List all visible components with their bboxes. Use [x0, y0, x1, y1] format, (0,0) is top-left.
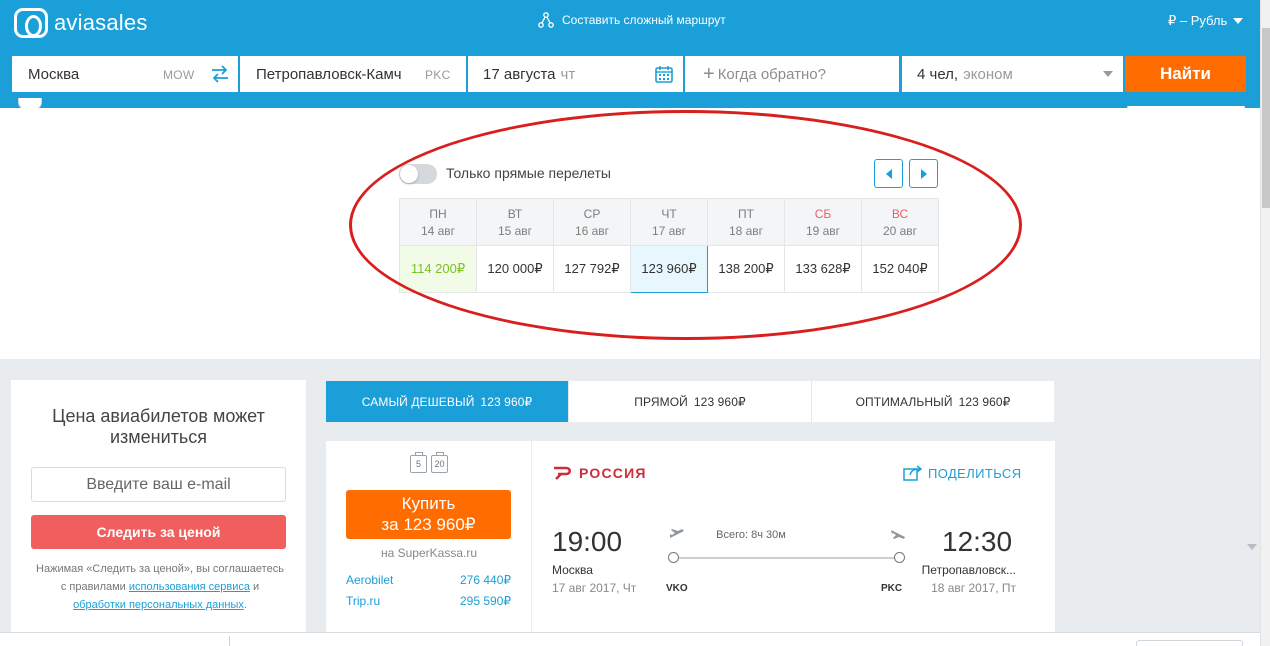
share-button[interactable]: ПОДЕЛИТЬСЯ [903, 465, 1021, 481]
departure-date: 17 августа [483, 65, 556, 83]
tab-price: 123 960₽ [480, 394, 533, 409]
search-button[interactable]: Найти [1125, 56, 1246, 92]
departure-iata: VKO [666, 583, 688, 594]
tab-price: 123 960₽ [958, 394, 1011, 409]
terms-link-privacy[interactable]: обработки персональных данных [73, 599, 244, 611]
offer-agency: Trip.ru [346, 594, 381, 608]
bottom-strip [0, 632, 1260, 646]
tab-direct[interactable]: ПРЯМОЙ 123 960₽ [568, 381, 811, 422]
plus-icon: + [703, 63, 715, 85]
logo[interactable]: aviasales [14, 8, 148, 38]
hand-luggage-icon: 5 [410, 452, 427, 473]
arrival-date: 18 авг 2017, Пт [931, 581, 1016, 595]
departure-time: 19:00 [552, 526, 623, 557]
offer-row[interactable]: Trip.ru 295 590₽ [346, 594, 511, 615]
scrollbar-thumb[interactable] [1262, 28, 1270, 208]
airline: РОССИЯ [552, 465, 647, 481]
currency-selector[interactable]: ₽ – Рубль [1168, 13, 1244, 29]
email-input[interactable] [31, 467, 286, 502]
expand-icon[interactable] [1247, 544, 1257, 550]
arrival-time: 12:30 [942, 526, 1013, 557]
complex-route-label: Составить сложный маршрут [562, 13, 726, 27]
destination-dot [894, 552, 905, 563]
offer-price: 276 440₽ [459, 573, 511, 587]
tab-cheapest[interactable]: САМЫЙ ДЕШЕВЫЙ 123 960₽ [326, 381, 568, 422]
price-watch-title: Цена авиабилетов может измениться [52, 406, 265, 447]
share-icon [903, 465, 923, 481]
offer-agency: Aerobilet [346, 573, 394, 587]
passengers-count: 4 чел, [917, 65, 959, 83]
partial-button [1136, 640, 1243, 646]
route-line [673, 557, 899, 559]
tab-label: САМЫЙ ДЕШЕВЫЙ [361, 394, 475, 409]
divider [229, 636, 230, 646]
tab-label: ОПТИМАЛЬНЫЙ [855, 394, 953, 409]
currency-label: ₽ – Рубль [1168, 13, 1228, 28]
chevron-down-icon [1233, 18, 1244, 24]
buy-label: Купить [401, 494, 456, 513]
terms-link-usage[interactable]: использования сервиса [129, 581, 250, 593]
tab-label: ПРЯМОЙ [634, 394, 688, 409]
chevron-down-icon [1103, 71, 1113, 77]
buy-price: за 123 960₽ [381, 515, 476, 534]
tab-price: 123 960₽ [693, 394, 746, 409]
offer-price: 295 590₽ [459, 594, 511, 608]
return-placeholder: Когда обратно? [717, 65, 826, 83]
ticket-buy-section: 5 20 Купить за 123 960₽ на SuperKassa.ru… [326, 441, 532, 646]
ticket-flight-section: РОССИЯ ПОДЕЛИТЬСЯ 19:00 Москва 17 авг 20… [533, 441, 1257, 646]
offer-row[interactable]: Aerobilet 276 440₽ [346, 573, 511, 594]
logo-text: aviasales [54, 10, 148, 35]
swap-icon[interactable] [210, 65, 230, 83]
return-date-field[interactable]: + Когда обратно? [685, 56, 899, 92]
baggage-icon: 20 [431, 452, 448, 473]
header: aviasales Составить сложный маршрут ₽ – … [0, 0, 1260, 108]
other-offers: Aerobilet 276 440₽ Trip.ru 295 590₽ [346, 573, 511, 615]
destination-field[interactable]: Петропавловск-Камч PKC [240, 56, 466, 92]
origin-field[interactable]: Москва MOW [12, 56, 238, 92]
departure-dow: чт [560, 65, 576, 83]
aviasales-logo-icon [14, 8, 48, 38]
origin-dot [668, 552, 679, 563]
destination-iata: PKC [425, 68, 451, 82]
share-label: ПОДЕЛИТЬСЯ [928, 465, 1022, 481]
terms-and: и [253, 581, 260, 593]
route-icon [538, 12, 554, 28]
destination-city: Петропавловск-Камч [256, 65, 402, 83]
landing-icon [891, 530, 905, 539]
arrival-city: Петропавловск... [921, 563, 1016, 577]
tab-optimal[interactable]: ОПТИМАЛЬНЫЙ 123 960₽ [811, 381, 1054, 422]
agency-name: на SuperKassa.ru [380, 546, 477, 560]
sort-tabs: САМЫЙ ДЕШЕВЫЙ 123 960₽ ПРЯМОЙ 123 960₽ ОПТ… [326, 381, 1054, 422]
annotation-oval [349, 110, 1022, 340]
origin-iata: MOW [163, 68, 195, 82]
cabin-class: эконом [963, 65, 1013, 83]
departure-date-field[interactable]: 17 августа чт [468, 56, 683, 92]
airline-name: РОССИЯ [579, 465, 647, 481]
flight-duration: Всего: 8ч 30м [716, 529, 786, 541]
price-watch-panel: Цена авиабилетов может измениться Следит… [11, 380, 306, 646]
baggage-info: 5 20 [410, 452, 452, 473]
calendar-icon [655, 66, 673, 83]
takeoff-icon [670, 529, 684, 538]
departure-city: Москва [552, 563, 593, 577]
passengers-field[interactable]: 4 чел, эконом [902, 56, 1123, 92]
terms-period: . [243, 599, 247, 611]
scrollbar[interactable] [1260, 0, 1270, 646]
buy-button[interactable]: Купить за 123 960₽ [346, 490, 511, 539]
departure-date: 17 авг 2017, Чт [552, 581, 637, 595]
origin-city: Москва [28, 65, 80, 83]
ticket-card: 5 20 Купить за 123 960₽ на SuperKassa.ru… [326, 441, 1257, 646]
watch-price-button[interactable]: Следить за ценой [31, 515, 286, 549]
terms-note: Нажимая «Следить за ценой», вы соглашает… [35, 560, 285, 614]
rossiya-logo-icon [554, 466, 572, 480]
complex-route-link[interactable]: Составить сложный маршрут [538, 12, 726, 28]
